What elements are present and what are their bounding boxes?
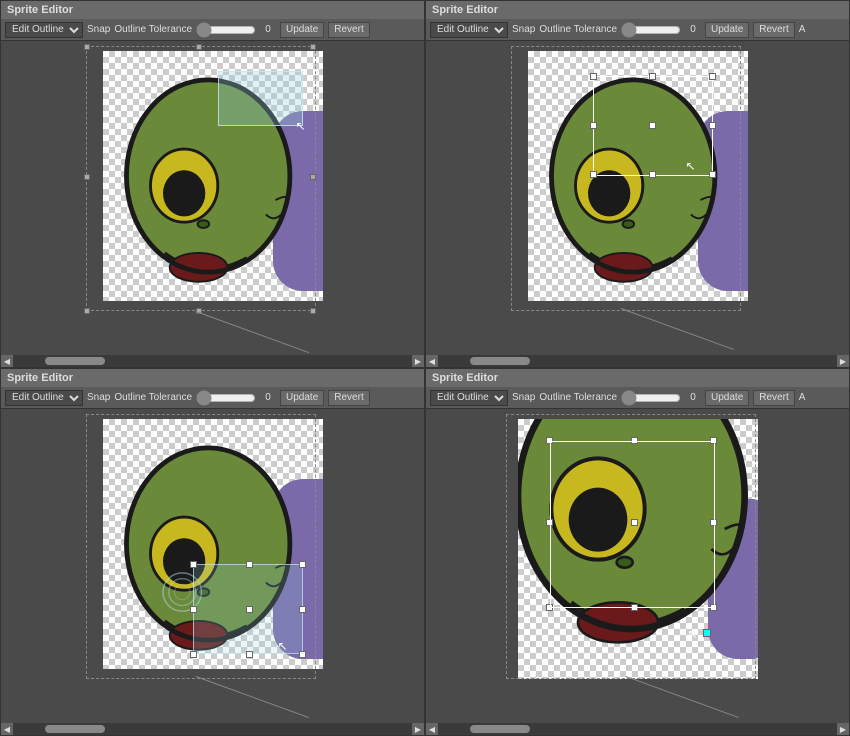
scrollbar-thumb-br[interactable]	[470, 725, 530, 733]
scrollbar-tr[interactable]: ◀ ▶	[426, 355, 849, 367]
scroll-right-tl[interactable]: ▶	[412, 355, 424, 367]
scrollbar-br[interactable]: ◀ ▶	[426, 723, 849, 735]
vine-line-bl	[196, 676, 309, 718]
tolerance-label-bl: Outline Tolerance	[114, 392, 192, 403]
canvas-bl[interactable]: ↖	[1, 409, 424, 723]
extra-label-tr: A	[799, 24, 806, 35]
update-button-bl[interactable]: Update	[280, 390, 324, 406]
revert-button-tr[interactable]: Revert	[753, 22, 794, 38]
scrollbar-thumb-bl[interactable]	[45, 725, 105, 733]
toolbar-tr: Edit Outline Snap Outline Tolerance 0 Up…	[426, 19, 849, 41]
panel-top-right: Sprite Editor Edit Outline Snap Outline …	[425, 0, 850, 368]
edit-outline-dropdown-tl[interactable]: Edit Outline	[5, 22, 83, 38]
tolerance-slider-bl[interactable]	[196, 393, 256, 403]
title-bar-tr: Sprite Editor	[426, 1, 849, 19]
title-bar-tl: Sprite Editor	[1, 1, 424, 19]
scroll-left-br[interactable]: ◀	[426, 723, 438, 735]
scroll-left-tl[interactable]: ◀	[1, 355, 13, 367]
scrollbar-thumb-tl[interactable]	[45, 357, 105, 365]
update-button-tl[interactable]: Update	[280, 22, 324, 38]
panel-bottom-right: Sprite Editor Edit Outline Snap Outline …	[425, 368, 850, 736]
handle-tl-tl	[84, 44, 90, 50]
tolerance-value-tl: 0	[260, 24, 276, 35]
handle-br-tl	[310, 308, 316, 314]
revert-button-bl[interactable]: Revert	[328, 390, 369, 406]
snap-label-bl: Snap	[87, 392, 110, 403]
tolerance-value-tr: 0	[685, 24, 701, 35]
tolerance-slider-tr[interactable]	[621, 25, 681, 35]
update-button-tr[interactable]: Update	[705, 22, 749, 38]
scrollbar-tl[interactable]: ◀ ▶	[1, 355, 424, 367]
vine-line-br	[626, 676, 739, 718]
vine-line-tl	[196, 311, 309, 353]
tolerance-slider-tl[interactable]	[196, 25, 256, 35]
toolbar-br: Edit Outline Snap Outline Tolerance 0 Up…	[426, 387, 849, 409]
edit-outline-dropdown-tr[interactable]: Edit Outline	[430, 22, 508, 38]
bounding-box-tr	[511, 46, 741, 311]
canvas-tl[interactable]: ↖	[1, 41, 424, 355]
snap-label-tr: Snap	[512, 24, 535, 35]
scrollbar-bl[interactable]: ◀ ▶	[1, 723, 424, 735]
edit-outline-dropdown-bl[interactable]: Edit Outline	[5, 390, 83, 406]
snap-label-br: Snap	[512, 392, 535, 403]
scroll-right-tr[interactable]: ▶	[837, 355, 849, 367]
title-tr: Sprite Editor	[432, 4, 498, 16]
canvas-br[interactable]: ↖	[426, 409, 849, 723]
scroll-right-bl[interactable]: ▶	[412, 723, 424, 735]
canvas-tr[interactable]: ↖	[426, 41, 849, 355]
bounding-box-bl	[86, 414, 316, 679]
title-bar-bl: Sprite Editor	[1, 369, 424, 387]
scroll-left-bl[interactable]: ◀	[1, 723, 13, 735]
toolbar-bl: Edit Outline Snap Outline Tolerance 0 Up…	[1, 387, 424, 409]
bounding-box-tl	[86, 46, 316, 311]
tolerance-slider-br[interactable]	[621, 393, 681, 403]
scroll-right-br[interactable]: ▶	[837, 723, 849, 735]
revert-button-tl[interactable]: Revert	[328, 22, 369, 38]
title-tl: Sprite Editor	[7, 4, 73, 16]
extra-label-br: A	[799, 392, 806, 403]
handle-bl-tl	[84, 308, 90, 314]
panel-top-left: Sprite Editor Edit Outline Snap Outline …	[0, 0, 425, 368]
tolerance-value-br: 0	[685, 392, 701, 403]
bounding-box-br	[506, 414, 756, 679]
scroll-left-tr[interactable]: ◀	[426, 355, 438, 367]
revert-button-br[interactable]: Revert	[753, 390, 794, 406]
tolerance-value-bl: 0	[260, 392, 276, 403]
title-bar-br: Sprite Editor	[426, 369, 849, 387]
title-br: Sprite Editor	[432, 372, 498, 384]
handle-mr-tl	[310, 174, 316, 180]
vine-line-tr	[621, 308, 734, 350]
update-button-br[interactable]: Update	[705, 390, 749, 406]
tolerance-label-tr: Outline Tolerance	[539, 24, 617, 35]
title-bl: Sprite Editor	[7, 372, 73, 384]
tolerance-label-tl: Outline Tolerance	[114, 24, 192, 35]
panel-bottom-left: Sprite Editor Edit Outline Snap Outline …	[0, 368, 425, 736]
scrollbar-thumb-tr[interactable]	[470, 357, 530, 365]
toolbar-tl: Edit Outline Snap Outline Tolerance 0 Up…	[1, 19, 424, 41]
tolerance-label-br: Outline Tolerance	[539, 392, 617, 403]
handle-ml-tl	[84, 174, 90, 180]
handle-tr-tl	[310, 44, 316, 50]
snap-label-tl: Snap	[87, 24, 110, 35]
edit-outline-dropdown-br[interactable]: Edit Outline	[430, 390, 508, 406]
handle-tm-tl	[196, 44, 202, 50]
